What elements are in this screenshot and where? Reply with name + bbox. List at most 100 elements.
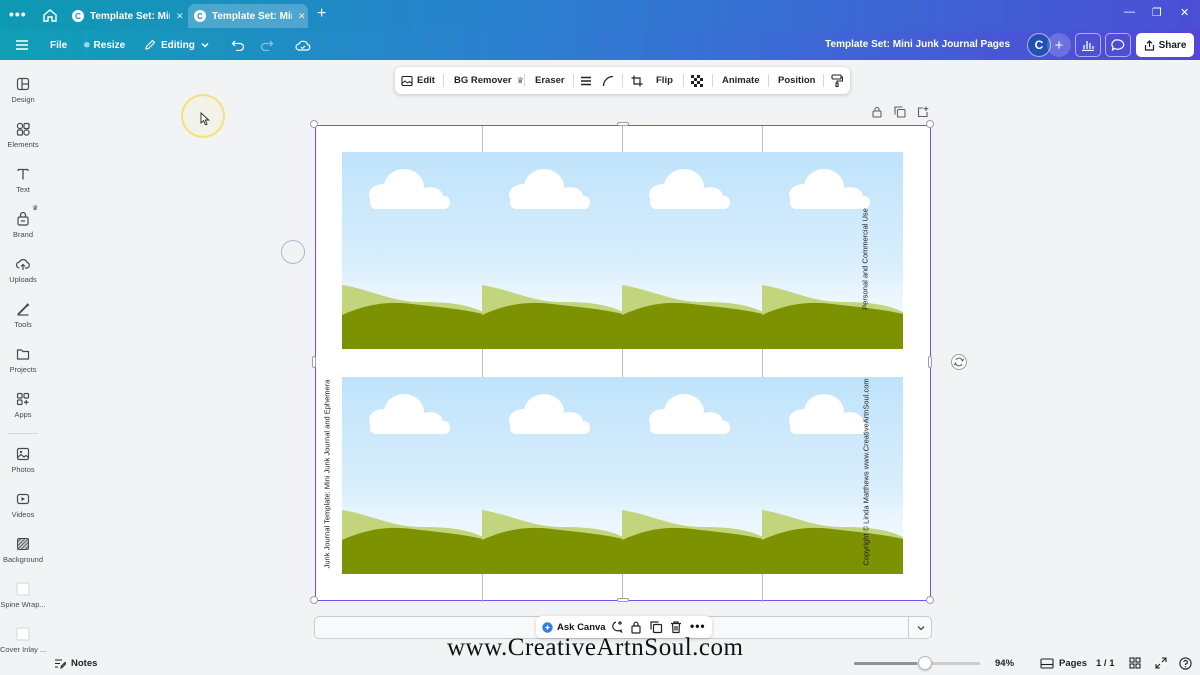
sidebar-item-spine-wrap[interactable]: Spine Wrap... [0, 582, 46, 624]
landscape-image-panel[interactable] [622, 152, 763, 349]
fullscreen-button[interactable] [1155, 656, 1167, 670]
position-button[interactable]: Position [778, 67, 815, 94]
sidebar-item-apps[interactable]: Apps [0, 392, 46, 434]
elements-icon [16, 122, 30, 136]
crop-button[interactable] [631, 67, 643, 94]
copy-style-button[interactable] [831, 67, 843, 94]
landscape-image-panel[interactable] [342, 152, 483, 349]
sidebar-item-background[interactable]: Background [0, 537, 46, 579]
trash-icon[interactable] [669, 620, 683, 634]
landscape-image-panel[interactable] [482, 152, 623, 349]
grid-view-button[interactable] [1129, 656, 1141, 670]
sidebar-item-brand[interactable]: Brand [0, 212, 46, 254]
canva-favicon-icon: C [72, 10, 84, 22]
help-button[interactable] [1179, 656, 1192, 670]
sidebar-item-projects[interactable]: Projects [0, 347, 46, 389]
toolbar-divider [683, 74, 684, 87]
sidebar-item-uploads[interactable]: Uploads [0, 257, 46, 299]
zoom-slider-handle[interactable] [918, 656, 932, 670]
crown-icon: ♛ [32, 205, 39, 212]
sidebar-item-photos[interactable]: Photos [0, 447, 46, 489]
lock-icon[interactable] [629, 620, 643, 634]
editing-label: Editing [161, 39, 195, 51]
redo-button[interactable] [260, 30, 274, 60]
spine-wrap-thumbnail [16, 582, 30, 596]
share-button[interactable]: Share [1136, 33, 1194, 57]
chevron-down-icon [201, 43, 209, 48]
duplicate-icon[interactable] [649, 620, 663, 634]
add-page-icon[interactable] [917, 106, 929, 118]
pages-icon [1040, 657, 1054, 669]
insights-button[interactable] [1075, 33, 1101, 57]
bg-remover-button[interactable]: BG Remover ♛ [454, 67, 524, 94]
landscape-image-panel[interactable] [342, 377, 483, 574]
new-tab-icon[interactable]: + [317, 5, 326, 23]
more-options-icon[interactable]: ••• [690, 619, 706, 633]
restore-icon[interactable]: ❐ [1152, 6, 1162, 19]
main-menu-button[interactable] [15, 30, 29, 60]
sidebar-item-elements[interactable]: Elements [0, 122, 46, 164]
corner-rounding-button[interactable] [602, 67, 614, 94]
expand-notes-button[interactable] [908, 617, 932, 638]
template-title-text: Junk Journal Template: Mini Junk Journal… [322, 379, 332, 569]
landscape-image-panel[interactable] [762, 377, 903, 574]
close-icon[interactable]: ✕ [298, 11, 306, 22]
sidebar-item-text[interactable]: Text [0, 167, 46, 209]
zoom-slider-track[interactable] [854, 662, 980, 665]
sidebar-item-label: Photos [11, 465, 35, 474]
editing-mode-dropdown[interactable]: Editing [144, 30, 210, 60]
landscape-image-panel[interactable] [762, 152, 903, 349]
invite-member-button[interactable]: + [1047, 33, 1071, 57]
resize-handle[interactable] [926, 120, 934, 128]
resize-button[interactable]: ✵ Resize [83, 30, 125, 60]
file-menu-button[interactable]: File [50, 30, 67, 60]
sidebar-item-label: Elements [7, 140, 39, 149]
sidebar-item-cover-inlay[interactable]: Cover Inlay ... [0, 627, 46, 669]
border-style-button[interactable] [580, 67, 592, 94]
animate-button[interactable]: Animate [722, 67, 759, 94]
document-title[interactable]: Template Set: Mini Junk Journal Pages [825, 39, 1010, 50]
resize-handle[interactable] [310, 596, 318, 604]
zoom-percent[interactable]: 94% [995, 656, 1014, 670]
notes-button[interactable]: Notes [54, 656, 97, 670]
sidebar-item-design[interactable]: Design [0, 77, 46, 119]
resize-handle[interactable] [928, 356, 932, 368]
close-window-icon[interactable]: ✕ [1180, 6, 1189, 19]
resize-handle[interactable] [312, 356, 316, 368]
resize-handle[interactable] [310, 120, 318, 128]
browser-tab-active[interactable]: C Template Set: Mini Junk Journal Pages … [188, 4, 308, 28]
landscape-image-panel[interactable] [482, 377, 623, 574]
browser-menu-icon[interactable]: ••• [9, 7, 27, 21]
landscape-image-panel[interactable] [622, 377, 763, 574]
eraser-button[interactable]: Eraser [535, 67, 565, 94]
left-sidebar: Design Elements Text Brand ♛ Uploads Too… [0, 60, 46, 675]
add-comment-icon[interactable] [609, 620, 623, 634]
duplicate-page-icon[interactable] [894, 106, 906, 118]
uploads-icon [16, 259, 30, 270]
resize-handle[interactable] [926, 596, 934, 604]
edit-image-button[interactable]: Edit [401, 67, 435, 94]
plus-icon: + [1054, 36, 1064, 54]
pages-button[interactable]: Pages [1040, 656, 1087, 670]
browser-tab[interactable]: C Template Set: Mini Junk Journal Pages … [66, 4, 184, 28]
photos-icon [16, 447, 30, 461]
resize-handle[interactable] [617, 122, 629, 126]
home-icon[interactable] [42, 7, 58, 23]
sidebar-item-videos[interactable]: Videos [0, 492, 46, 534]
minimize-icon[interactable]: — [1124, 6, 1135, 18]
tab-title: Template Set: Mini Junk Journal Pages [90, 10, 170, 22]
page-count[interactable]: 1 / 1 [1096, 656, 1115, 670]
rotate-handle[interactable] [951, 354, 967, 370]
resize-handle[interactable] [617, 598, 629, 602]
design-page[interactable]: Personal and Commercial Use Copyright © … [315, 125, 931, 602]
comments-button[interactable] [1105, 33, 1131, 57]
sidebar-item-tools[interactable]: Tools [0, 302, 46, 344]
transparency-button[interactable] [691, 67, 703, 94]
element-toolbar: Edit BG Remover ♛ Eraser Flip Animate Po… [395, 67, 850, 94]
undo-button[interactable] [231, 30, 245, 60]
close-icon[interactable]: ✕ [176, 11, 184, 22]
lock-icon[interactable] [871, 106, 883, 118]
cloud-shape [369, 169, 450, 209]
cloud-save-status[interactable] [295, 30, 311, 60]
flip-button[interactable]: Flip [656, 67, 673, 94]
